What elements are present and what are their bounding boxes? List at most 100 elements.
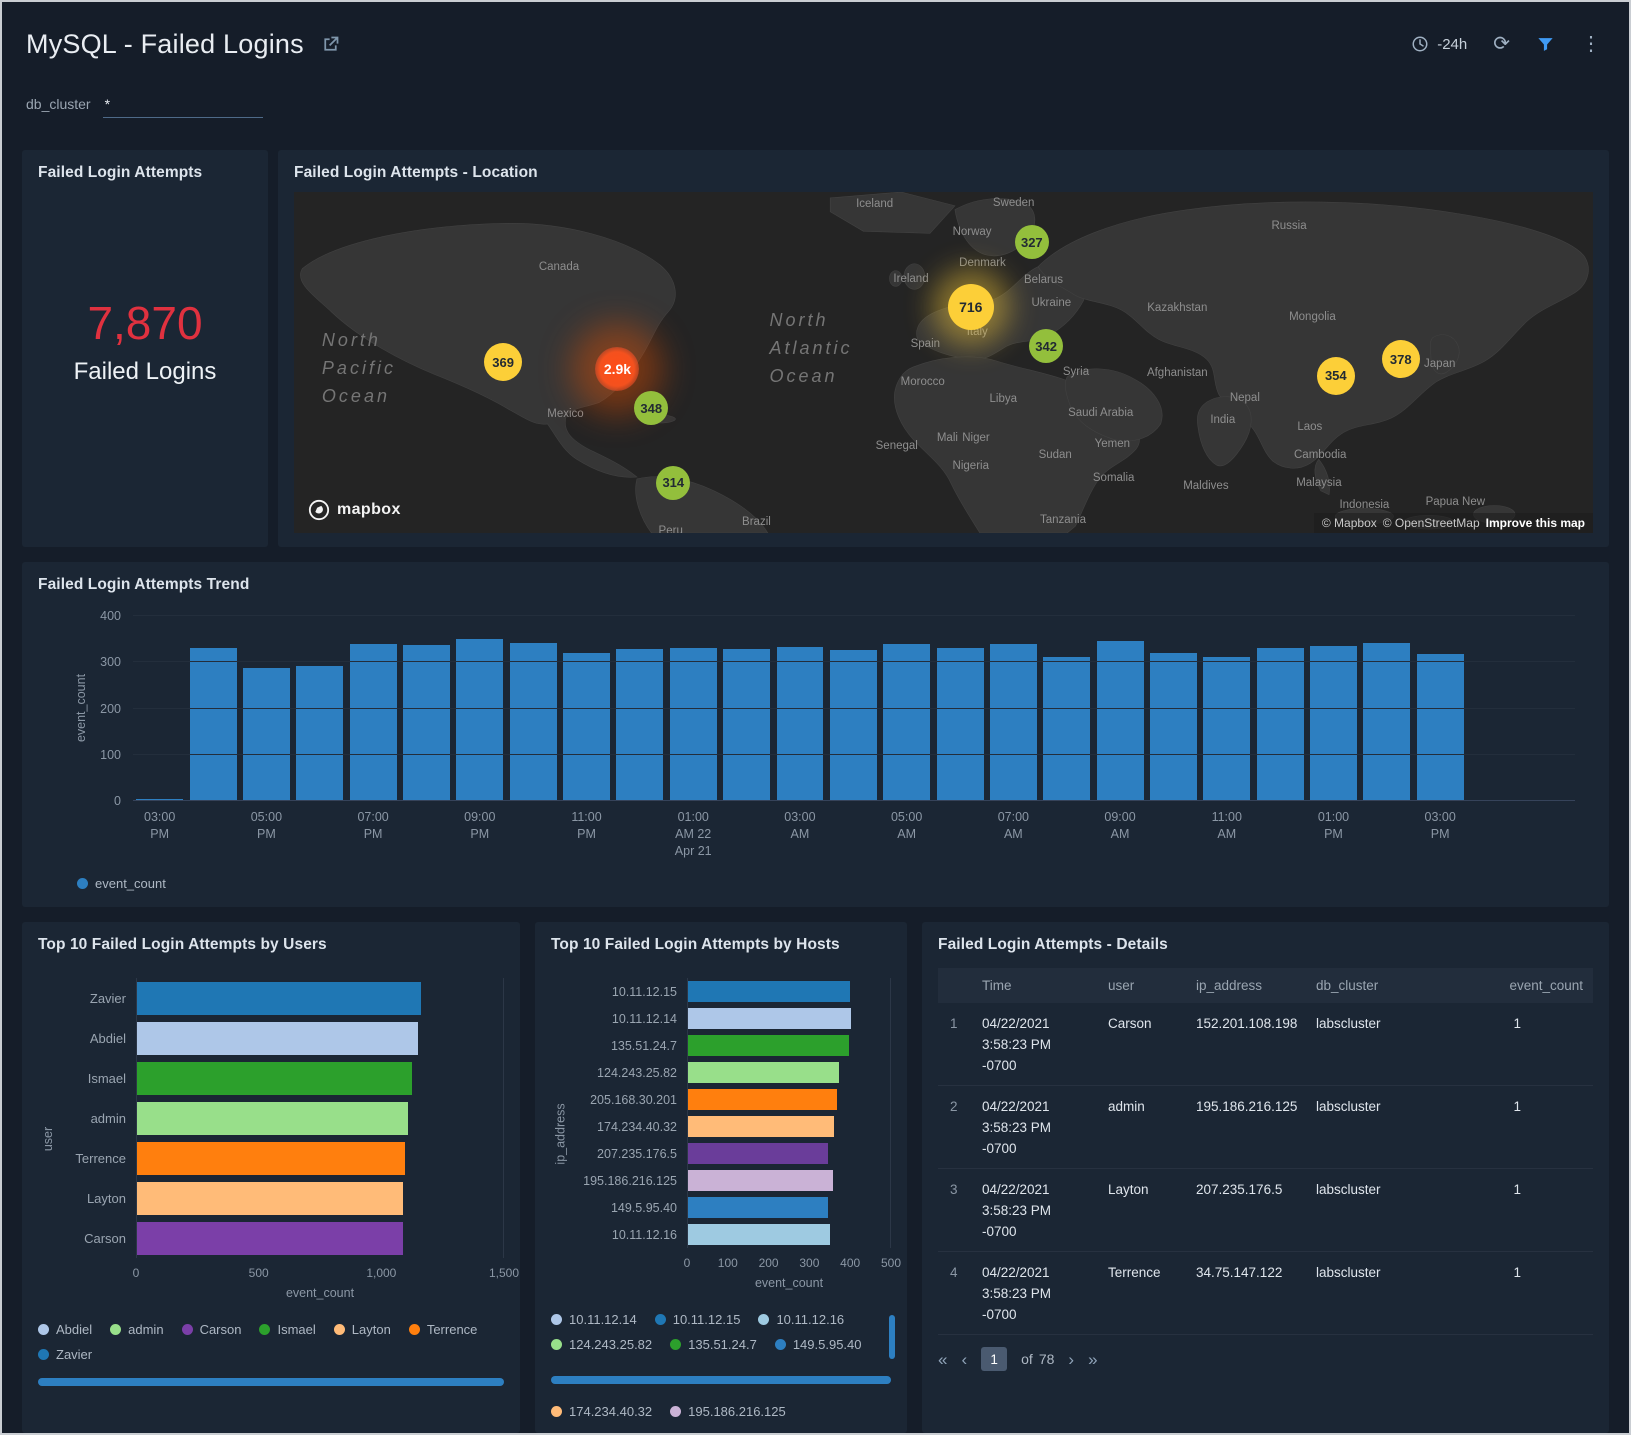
users-legend-item[interactable]: Zavier (38, 1347, 92, 1362)
hosts-legend-item[interactable]: 149.5.95.40 (775, 1337, 862, 1352)
users-legend-item[interactable]: admin (110, 1322, 163, 1337)
osm-attribution[interactable]: © OpenStreetMap (1383, 516, 1480, 530)
users-legend-item[interactable]: Carson (182, 1322, 242, 1337)
current-page-input[interactable]: 1 (981, 1347, 1007, 1371)
hosts-legend-item[interactable]: 174.234.40.32 (551, 1404, 652, 1419)
hosts-legend-item[interactable]: 10.11.12.14 (551, 1312, 637, 1327)
hosts-bar[interactable] (688, 1116, 834, 1137)
users-bar[interactable] (137, 1102, 408, 1135)
hosts-bar[interactable] (688, 1197, 828, 1218)
trend-bar[interactable] (296, 666, 343, 801)
last-page-button[interactable]: » (1088, 1351, 1097, 1368)
hosts-category-label: 174.234.40.32 (571, 1113, 687, 1140)
users-bar[interactable] (137, 1182, 403, 1215)
map-cluster-bubble[interactable]: 348 (634, 391, 668, 425)
column-user[interactable]: user (1108, 978, 1196, 993)
trend-bar[interactable] (190, 648, 237, 801)
hosts-bar[interactable] (688, 1089, 837, 1110)
panel-failed-login-trend: Failed Login Attempts Trend event_count … (22, 562, 1609, 907)
map-cluster-bubble[interactable]: 716 (948, 284, 994, 330)
improve-map-link[interactable]: Improve this map (1486, 516, 1585, 530)
table-row: 204/22/20213:58:23 PM-0700admin195.186.2… (938, 1086, 1593, 1169)
trend-bar[interactable] (456, 639, 503, 801)
users-legend-item[interactable]: Abdiel (38, 1322, 92, 1337)
hosts-legend-item[interactable]: 10.11.12.15 (655, 1312, 741, 1327)
hosts-bar[interactable] (688, 1170, 833, 1191)
users-bar[interactable] (137, 1062, 412, 1095)
trend-bar[interactable] (616, 649, 663, 801)
panel-details-table: Failed Login Attempts - Details Time use… (922, 922, 1609, 1433)
column-db-cluster[interactable]: db_cluster (1316, 978, 1446, 993)
trend-bar[interactable] (563, 653, 610, 801)
first-page-button[interactable]: « (938, 1351, 947, 1368)
map-cluster-bubble[interactable]: 2.9k (595, 347, 639, 391)
hosts-category-label: 135.51.24.7 (571, 1032, 687, 1059)
users-bar[interactable] (137, 1142, 405, 1175)
map-cluster-bubble[interactable]: 342 (1029, 329, 1063, 363)
users-legend-item[interactable]: Ismael (259, 1322, 315, 1337)
trend-bar[interactable] (403, 645, 450, 801)
trend-legend: event_count (77, 876, 166, 891)
users-legend-item[interactable]: Layton (334, 1322, 391, 1337)
hosts-bar[interactable] (688, 1062, 839, 1083)
users-bar[interactable] (137, 982, 421, 1015)
hosts-bar-row (688, 1194, 891, 1221)
legend-color-dot (655, 1314, 666, 1325)
hosts-legend-item[interactable]: 124.243.25.82 (551, 1337, 652, 1352)
hosts-legend-vertical-scrollbar[interactable] (889, 1315, 895, 1359)
trend-bar[interactable] (883, 644, 930, 801)
hosts-legend-item[interactable]: 10.11.12.16 (758, 1312, 844, 1327)
trend-bar[interactable] (937, 648, 984, 801)
db-cluster-filter-input[interactable]: * (103, 88, 263, 118)
trend-bar[interactable] (1310, 646, 1357, 801)
previous-page-button[interactable]: ‹ (961, 1351, 967, 1368)
filter-icon[interactable] (1536, 35, 1555, 54)
hosts-bar[interactable] (688, 1035, 849, 1056)
column-ip-address[interactable]: ip_address (1196, 978, 1316, 993)
trend-bar[interactable] (510, 643, 557, 801)
trend-bar[interactable] (350, 644, 397, 801)
column-time[interactable]: Time (982, 978, 1108, 993)
hosts-bar[interactable] (688, 1008, 851, 1029)
map-cluster-bubble[interactable]: 369 (484, 343, 522, 381)
map-cluster-bubble[interactable]: 327 (1015, 225, 1049, 259)
map-cluster-bubble[interactable]: 354 (1317, 357, 1355, 395)
trend-bar[interactable] (777, 647, 824, 801)
world-map[interactable]: NorthPacificOceanNorthAtlanticOceanIcela… (294, 192, 1593, 533)
hosts-bar[interactable] (688, 1143, 828, 1164)
next-page-button[interactable]: › (1068, 1351, 1074, 1368)
map-cluster-bubble[interactable]: 378 (1382, 340, 1420, 378)
trend-bar[interactable] (1257, 648, 1304, 801)
refresh-icon[interactable]: ⟳ (1493, 34, 1510, 54)
mapbox-logo[interactable]: mapbox (308, 499, 401, 521)
trend-bar[interactable] (1097, 641, 1144, 801)
trend-bar[interactable] (723, 649, 770, 801)
users-bar[interactable] (137, 1022, 418, 1055)
users-horizontal-scrollbar[interactable] (38, 1378, 504, 1386)
trend-legend-item[interactable]: event_count (77, 876, 166, 891)
share-icon[interactable] (320, 34, 341, 55)
trend-bar[interactable] (243, 668, 290, 801)
hosts-legend-item[interactable]: 135.51.24.7 (670, 1337, 757, 1352)
kebab-menu-icon[interactable]: ⋮ (1581, 34, 1601, 54)
trend-bar[interactable] (670, 648, 717, 801)
mapbox-attribution[interactable]: © Mapbox (1322, 516, 1377, 530)
hosts-horizontal-scrollbar[interactable] (551, 1376, 891, 1384)
column-event-count[interactable]: event_count (1446, 978, 1593, 993)
map-cluster-bubble[interactable]: 314 (656, 466, 690, 500)
users-bar[interactable] (137, 1222, 403, 1255)
trend-bar[interactable] (1363, 643, 1410, 801)
hosts-bar[interactable] (688, 981, 850, 1002)
hosts-bar[interactable] (688, 1224, 830, 1245)
trend-bar[interactable] (1043, 657, 1090, 801)
trend-bar[interactable] (1203, 657, 1250, 801)
map-country-label: Cambodia (1294, 449, 1346, 461)
trend-bar-slot (400, 616, 453, 801)
trend-bar[interactable] (830, 650, 877, 801)
trend-bar[interactable] (1150, 653, 1197, 801)
users-legend-item[interactable]: Terrence (409, 1322, 478, 1337)
trend-bar[interactable] (1417, 654, 1464, 801)
trend-bar[interactable] (990, 644, 1037, 801)
hosts-legend-item[interactable]: 195.186.216.125 (670, 1404, 786, 1419)
time-range-button[interactable]: -24h (1411, 35, 1467, 53)
